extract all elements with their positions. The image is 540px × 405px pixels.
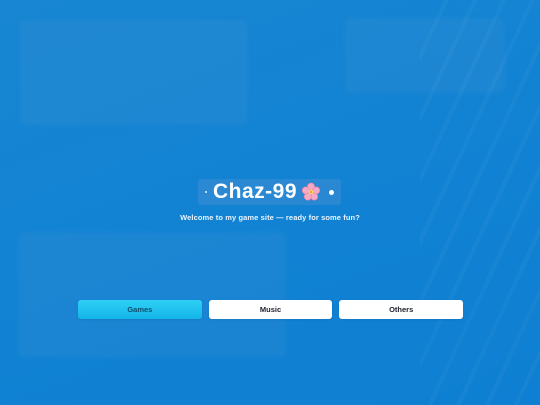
welcome-message: Welcome to my game site — ready for some… [180, 213, 360, 222]
cherry-blossom-icon [301, 182, 321, 202]
decor-dot-left [204, 191, 207, 193]
site-title: Chaz-99 [212, 180, 298, 203]
background-panel [20, 20, 248, 125]
background-panel [18, 232, 286, 357]
decor-dot-right [329, 189, 335, 195]
games-button[interactable]: Games [78, 300, 202, 319]
title-banner: Chaz-99 [198, 179, 341, 205]
music-button[interactable]: Music [208, 300, 333, 319]
nav-buttons: Games Music Others [78, 300, 464, 319]
background-pattern [420, 0, 540, 405]
others-button[interactable]: Others [339, 300, 464, 319]
